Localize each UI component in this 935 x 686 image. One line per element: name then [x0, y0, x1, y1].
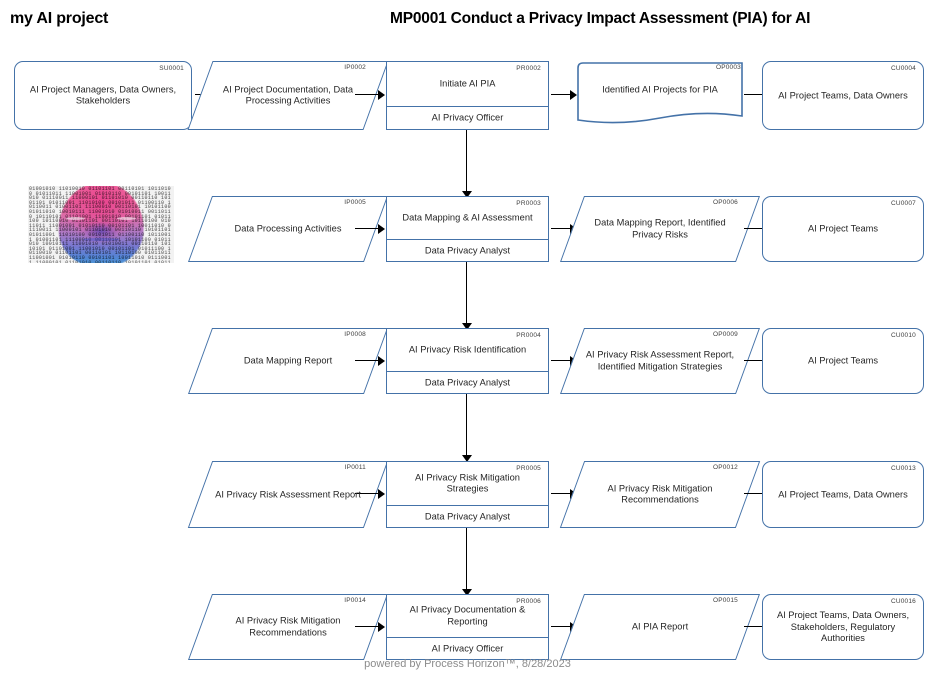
customer-node-cu0016[interactable]: CU0016 AI Project Teams, Data Owners, St… — [762, 594, 924, 660]
output-node-op0003[interactable]: OP0003 Identified AI Projects for PIA — [572, 61, 748, 130]
node-role: Data Privacy Analyst — [424, 244, 511, 255]
node-label: AI Project Managers, Data Owners, Stakeh… — [29, 84, 177, 106]
process-node-pr0005[interactable]: PR0005 AI Privacy Risk Mitigation Strate… — [386, 461, 549, 528]
process-node-pr0002[interactable]: PR0002 Initiate AI PIA AI Privacy Office… — [386, 61, 549, 130]
process-map-title: MP0001 Conduct a Privacy Impact Assessme… — [390, 10, 811, 27]
customer-node-cu0010[interactable]: CU0010 AI Project Teams — [762, 328, 924, 394]
node-label: AI PIA Report — [631, 621, 689, 632]
ai-face-graphic — [58, 186, 144, 263]
input-node-ip0011[interactable]: IP0011 AI Privacy Risk Assessment Report — [187, 461, 389, 528]
ai-face-eye-right — [117, 216, 137, 220]
node-label: Data Processing Activities — [234, 223, 342, 234]
node-code: SU0001 — [159, 65, 184, 72]
output-node-op0015[interactable]: OP0015 AI PIA Report — [559, 594, 761, 660]
node-label: AI Privacy Risk Assessment Report — [215, 488, 361, 499]
node-label: Data Mapping & AI Assessment — [402, 212, 533, 223]
process-title-cell: AI Privacy Documentation & Reporting — [387, 595, 548, 638]
process-title-cell: AI Privacy Risk Identification — [387, 329, 548, 372]
process-title-cell: Initiate AI PIA — [387, 62, 548, 107]
node-role: Data Privacy Analyst — [424, 510, 511, 521]
node-label: AI Project Teams, Data Owners — [778, 89, 908, 100]
input-node-ip0005[interactable]: IP0005 Data Processing Activities — [187, 196, 389, 262]
footer-credit: powered by Process Horizon™, 8/28/2023 — [364, 658, 571, 670]
process-role-cell: Data Privacy Analyst — [387, 372, 548, 393]
node-label: AI Privacy Risk Assessment Report, Ident… — [585, 349, 735, 372]
connector-pr0003-to-pr0004 — [462, 262, 472, 330]
node-code: CU0007 — [890, 200, 916, 207]
node-label: AI Privacy Risk Identification — [408, 344, 527, 355]
ai-face-eye-left — [65, 216, 85, 220]
node-label: AI Privacy Documentation & Reporting — [409, 604, 526, 627]
supplier-node-su0001[interactable]: SU0001 AI Project Managers, Data Owners,… — [14, 61, 192, 130]
node-label: Data Mapping Report, Identified Privacy … — [594, 217, 726, 240]
node-label: AI Project Teams — [807, 223, 879, 234]
project-title: my AI project — [10, 10, 109, 27]
node-label: AI Project Teams — [807, 355, 879, 366]
process-node-pr0003[interactable]: PR0003 Data Mapping & AI Assessment Data… — [386, 196, 549, 262]
node-label: Initiate AI PIA — [439, 78, 496, 89]
node-label: Data Mapping Report — [243, 355, 333, 366]
node-label: Identified AI Projects for PIA — [602, 84, 718, 95]
customer-node-cu0007[interactable]: CU0007 AI Project Teams — [762, 196, 924, 262]
process-map-canvas: my AI project MP0001 Conduct a Privacy I… — [0, 0, 935, 686]
output-node-op0006[interactable]: OP0006 Data Mapping Report, Identified P… — [559, 196, 761, 262]
input-node-ip0014[interactable]: IP0014 AI Privacy Risk Mitigation Recomm… — [187, 594, 389, 660]
process-title-cell: Data Mapping & AI Assessment — [387, 197, 548, 240]
customer-node-cu0004[interactable]: CU0004 AI Project Teams, Data Owners — [762, 61, 924, 130]
output-node-op0012[interactable]: OP0012 AI Privacy Risk Mitigation Recomm… — [559, 461, 761, 528]
node-role: Data Privacy Analyst — [424, 376, 511, 387]
process-role-cell: AI Privacy Officer — [387, 638, 548, 659]
node-label: AI Project Teams, Data Owners, Stakehold… — [776, 609, 910, 643]
ai-face-mouth — [83, 237, 119, 241]
connector-pr0005-to-pr0006 — [462, 528, 472, 596]
process-title-cell: AI Privacy Risk Mitigation Strategies — [387, 462, 548, 506]
node-label: AI Privacy Risk Mitigation Recommendatio… — [607, 483, 713, 505]
input-node-ip0008[interactable]: IP0008 Data Mapping Report — [187, 328, 389, 394]
node-label: AI Privacy Risk Mitigation Recommendatio… — [235, 615, 341, 638]
node-role: AI Privacy Officer — [431, 642, 504, 653]
connector-pr0002-to-pr0003 — [462, 130, 472, 198]
process-node-pr0006[interactable]: PR0006 AI Privacy Documentation & Report… — [386, 594, 549, 660]
node-code: CU0010 — [890, 332, 916, 339]
customer-node-cu0013[interactable]: CU0013 AI Project Teams, Data Owners — [762, 461, 924, 528]
node-role: AI Privacy Officer — [431, 112, 504, 123]
process-role-cell: Data Privacy Analyst — [387, 506, 548, 527]
node-label: AI Privacy Risk Mitigation Strategies — [415, 472, 520, 494]
node-label: AI Project Teams, Data Owners — [778, 488, 908, 499]
ai-project-image: 01001010 11010010 01101101 00110101 1011… — [28, 186, 174, 263]
process-role-cell: Data Privacy Analyst — [387, 240, 548, 261]
input-node-ip0002[interactable]: IP0002 AI Project Documentation, Data Pr… — [187, 61, 389, 130]
process-node-pr0004[interactable]: PR0004 AI Privacy Risk Identification Da… — [386, 328, 549, 394]
output-node-op0009[interactable]: OP0009 AI Privacy Risk Assessment Report… — [559, 328, 761, 394]
node-code: CU0013 — [890, 465, 916, 472]
process-role-cell: AI Privacy Officer — [387, 107, 548, 129]
node-code: CU0004 — [890, 65, 916, 72]
connector-pr0004-to-pr0005 — [462, 394, 472, 462]
node-code: CU0016 — [890, 598, 916, 605]
node-label: AI Project Documentation, Data Processin… — [222, 84, 354, 106]
